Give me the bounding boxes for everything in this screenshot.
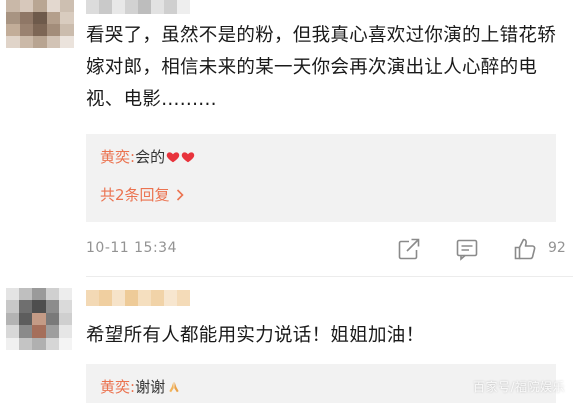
avatar[interactable]: [6, 0, 74, 48]
like-count: 92: [548, 240, 566, 256]
reply-author[interactable]: 黄奕: [100, 148, 130, 166]
heart-icon: [166, 152, 180, 163]
reply-text: 谢谢: [135, 378, 166, 396]
watermark: 百家号/福院娱乐: [472, 380, 565, 394]
weibo-comment-list: 看哭了，虽然不是的粉，但我真心喜欢过你演的上错花轿嫁对郎，相信未来的某一天你会再…: [0, 0, 573, 403]
username-blurred[interactable]: [86, 0, 190, 14]
divider: [86, 276, 573, 277]
reply-item: 黄奕:会的: [100, 146, 195, 168]
username-blurred[interactable]: [86, 290, 190, 306]
chevron-right-icon: [176, 189, 184, 201]
comment-text: 希望所有人都能用实力说话！姐姐加油！: [86, 325, 425, 346]
praying-hands-icon: [169, 381, 179, 393]
share-icon[interactable]: [396, 236, 422, 262]
heart-icon: [181, 152, 195, 163]
more-replies-link[interactable]: 共2条回复: [100, 184, 184, 206]
reply-author[interactable]: 黄奕: [100, 378, 130, 396]
reply-box: 黄奕:会的 共2条回复: [86, 134, 556, 222]
more-replies-label: 共2条回复: [100, 186, 170, 204]
comment-meta-row: 10-11 15:34 92: [86, 236, 570, 264]
comment-text: 看哭了，虽然不是的粉，但我真心喜欢过你演的上错花轿嫁对郎，相信未来的某一天你会再…: [86, 25, 557, 110]
like-icon[interactable]: [512, 236, 538, 262]
comment-timestamp: 10-11 15:34: [86, 240, 177, 256]
comment-icon[interactable]: [454, 236, 480, 262]
reply-item: 黄奕:谢谢: [100, 376, 181, 398]
avatar[interactable]: [6, 288, 72, 350]
reply-text: 会的: [135, 148, 166, 166]
